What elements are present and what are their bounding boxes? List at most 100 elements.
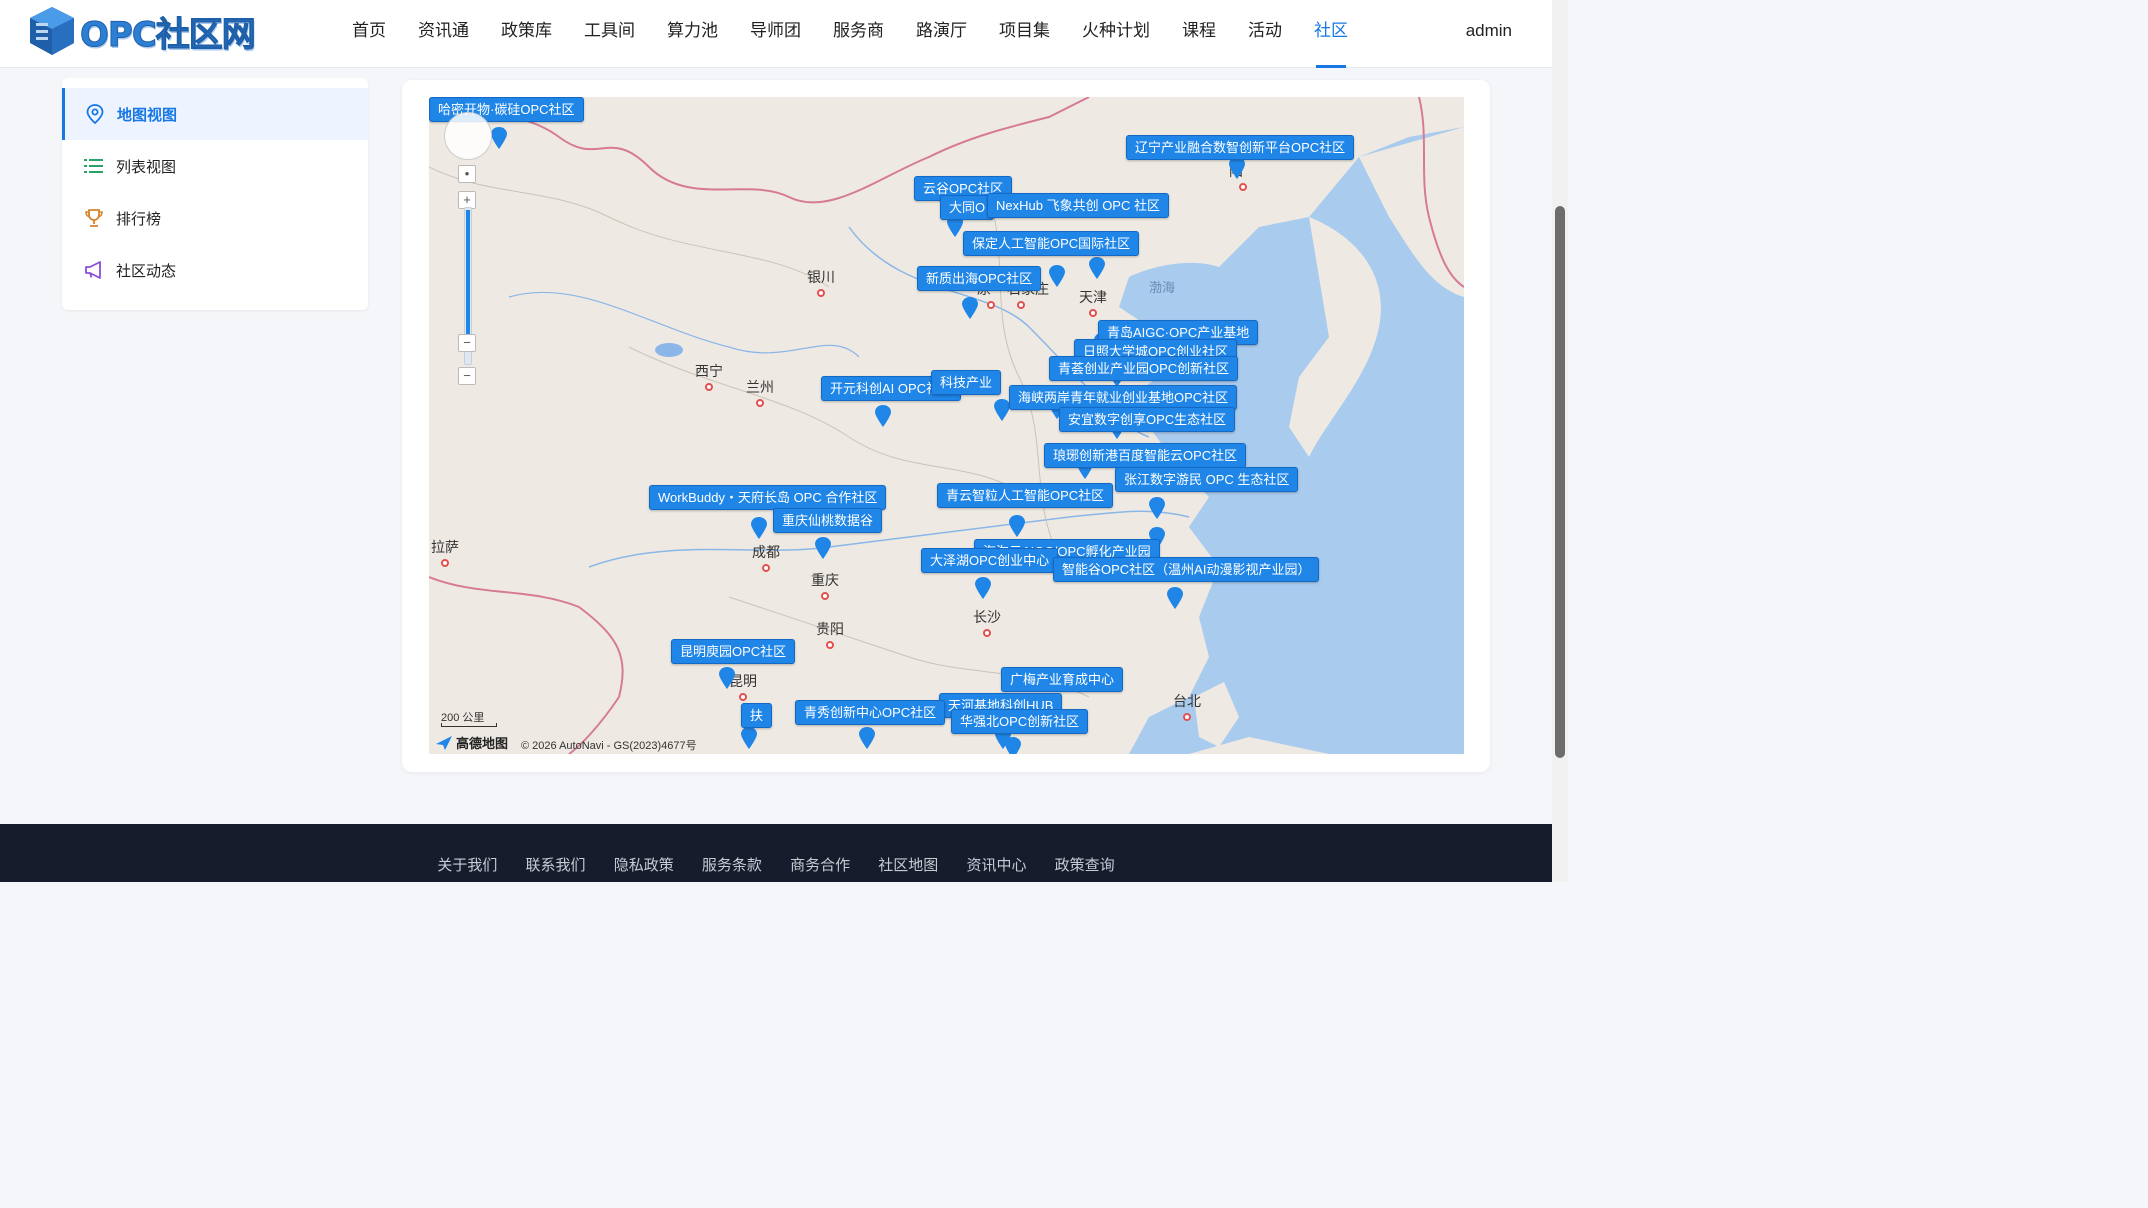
city-label: 天津 [1079,289,1107,305]
zoom-handle[interactable]: − [458,334,476,352]
map-pin-icon [85,104,105,124]
map-marker-label[interactable]: 琅琊创新港百度智能云OPC社区 [1044,443,1247,468]
map-marker-label[interactable]: 安宜数字创享OPC生态社区 [1059,407,1236,432]
footer-links: 关于我们 联系我们 隐私政策 服务条款 商务合作 社区地图 资讯中心 政策查询 [0,854,1552,875]
nav-providers[interactable]: 服务商 [821,0,896,68]
sidebar-item-list-view[interactable]: 列表视图 [62,140,368,192]
nav-news[interactable]: 资讯通 [406,0,481,68]
map-marker-pin-icon[interactable] [1049,265,1065,287]
map-marker-label[interactable]: 扶 [741,703,773,728]
map-marker-label[interactable]: 新质出海OPC社区 [917,266,1042,291]
zoom-out-button[interactable]: − [458,367,476,385]
map-marker-pin-icon[interactable] [859,727,875,749]
nav-projects[interactable]: 项目集 [987,0,1062,68]
map-marker-pin-icon[interactable] [994,399,1010,421]
city-dot [1239,183,1247,191]
map-marker-pin-icon[interactable] [1009,515,1025,537]
city-label: 银川 [807,269,835,285]
map-marker-label[interactable]: WorkBuddy・天府长岛 OPC 合作社区 [649,485,887,510]
top-header: OPC社区网 首页 资讯通 政策库 工具间 算力池 导师团 服务商 路演厅 项目… [0,0,1552,68]
map-marker-pin-icon[interactable] [491,127,507,149]
map-marker-pin-icon[interactable] [815,537,831,559]
city-dot [987,301,995,309]
map-marker-label[interactable]: 科技产业 [931,370,1002,395]
map-marker-label[interactable]: 青云智粒人工智能OPC社区 [937,483,1114,508]
nav-home[interactable]: 首页 [340,0,398,68]
footer-link-contact[interactable]: 联系我们 [526,857,586,874]
nav-policy[interactable]: 政策库 [489,0,564,68]
map-marker-label[interactable]: NexHub 飞象共创 OPC 社区 [987,193,1169,218]
trophy-icon [84,208,104,228]
city-label: 台北 [1173,693,1201,709]
map-marker-label[interactable]: 保定人工智能OPC国际社区 [963,231,1140,256]
city-label: 西宁 [695,363,723,379]
sidebar-item-label: 地图视图 [117,106,178,124]
map-marker-pin-icon[interactable] [1229,157,1245,179]
city-label: 重庆 [811,572,839,588]
nav-courses[interactable]: 课程 [1170,0,1228,68]
footer-link-community-map[interactable]: 社区地图 [878,857,938,874]
map-marker-label[interactable]: 智能谷OPC社区（温州AI动漫影视产业园） [1053,557,1320,582]
map-marker-label[interactable]: 大同O [940,195,995,220]
map-marker-pin-icon[interactable] [962,297,978,319]
nav-community[interactable]: 社区 [1302,0,1360,68]
footer-link-privacy[interactable]: 隐私政策 [614,857,674,874]
page-scrollbar[interactable] [1552,0,1568,882]
map-marker-label[interactable]: 昆明庾园OPC社区 [671,639,796,664]
nav-spark[interactable]: 火种计划 [1070,0,1162,68]
map-marker-pin-icon[interactable] [875,405,891,427]
community-map[interactable]: 银川西宁兰州天津成都重庆贵阳长沙昆明拉萨台北原石家庄阳渤海哈密开物·碳硅OPC社… [429,97,1464,754]
city-dot [762,564,770,572]
footer-link-policy[interactable]: 政策查询 [1055,857,1115,874]
footer-link-terms[interactable]: 服务条款 [702,857,762,874]
map-copyright: © 2026 AutoNavi - GS(2023)4677号 [521,740,697,752]
map-marker-pin-icon[interactable] [751,517,767,539]
nav-events[interactable]: 活动 [1236,0,1294,68]
sidebar-item-community-news[interactable]: 社区动态 [62,244,368,296]
footer-link-business[interactable]: 商务合作 [790,857,850,874]
map-pan-control[interactable] [444,112,492,160]
map-marker-pin-icon[interactable] [1149,497,1165,519]
city-dot [826,641,834,649]
nav-compute[interactable]: 算力池 [655,0,730,68]
map-marker-label[interactable]: 重庆仙桃数据谷 [773,508,883,533]
nav-mentors[interactable]: 导师团 [738,0,813,68]
city-label: 成都 [752,544,780,560]
map-marker-label[interactable]: 华强北OPC创新社区 [951,709,1089,734]
map-marker-pin-icon[interactable] [975,577,991,599]
map-marker-pin-icon[interactable] [1089,257,1105,279]
community-sidebar: 地图视图 列表视图 排行榜 社区动态 [62,78,368,310]
footer-link-about[interactable]: 关于我们 [437,857,497,874]
map-card: 银川西宁兰州天津成都重庆贵阳长沙昆明拉萨台北原石家庄阳渤海哈密开物·碳硅OPC社… [402,80,1490,772]
city-dot [1017,301,1025,309]
map-marker-pin-icon[interactable] [1005,737,1021,754]
nav-roadshow[interactable]: 路演厅 [904,0,979,68]
map-marker-label[interactable]: 广梅产业育成中心 [1001,667,1124,692]
sidebar-item-ranking[interactable]: 排行榜 [62,192,368,244]
city-dot [1183,713,1191,721]
city-dot [817,289,825,297]
map-marker-label[interactable]: 辽宁产业融合数智创新平台OPC社区 [1126,135,1355,160]
sidebar-item-map-view[interactable]: 地图视图 [62,88,368,140]
city-label: 贵阳 [816,621,844,637]
map-marker-pin-icon[interactable] [741,727,757,749]
site-logo[interactable]: OPC社区网 [26,4,256,58]
main-nav: 首页 资讯通 政策库 工具间 算力池 导师团 服务商 路演厅 项目集 火种计划 … [336,0,1364,68]
footer-link-news[interactable]: 资讯中心 [966,857,1026,874]
map-marker-label[interactable]: 张江数字游民 OPC 生态社区 [1115,467,1299,492]
sidebar-item-label: 列表视图 [116,158,177,176]
locate-button[interactable]: • [458,165,476,183]
map-marker-label[interactable]: 青荟创业产业园OPC创新社区 [1049,356,1239,381]
city-label: 长沙 [973,609,1001,625]
map-marker-label[interactable]: 大泽湖OPC创业中心 [921,548,1059,573]
map-marker-pin-icon[interactable] [719,667,735,689]
sea-label: 渤海 [1149,280,1176,295]
city-dot [821,592,829,600]
user-menu[interactable]: admin [1466,0,1512,62]
nav-tools[interactable]: 工具间 [572,0,647,68]
scrollbar-thumb[interactable] [1555,206,1565,758]
city-dot [983,629,991,637]
city-dot [441,559,449,567]
map-marker-label[interactable]: 青秀创新中心OPC社区 [795,700,946,725]
map-marker-pin-icon[interactable] [1167,587,1183,609]
